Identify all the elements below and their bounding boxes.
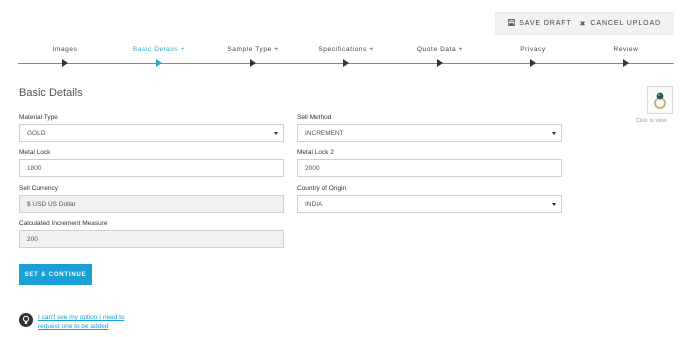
calculated-increment-measure-field: 200 (19, 230, 284, 248)
sell-currency-value: $ USD US Dollar (27, 200, 76, 208)
step-label: Sample Type + (227, 46, 279, 53)
step-progress: Images Basic Details + Sample Type + Spe… (18, 46, 674, 70)
save-draft-label: SAVE DRAFT (519, 20, 572, 27)
country-of-origin-select[interactable]: INDIA (297, 195, 562, 213)
cancel-upload-label: CANCEL UPLOAD (590, 20, 661, 27)
sell-method-value: INCREMENT (305, 129, 344, 137)
step-label: Privacy (520, 46, 546, 53)
image-thumbnail[interactable] (647, 86, 673, 114)
step-arrow-icon (437, 59, 443, 67)
step-arrow-icon (343, 59, 349, 67)
sell-method-label: Sell Method (297, 114, 332, 121)
material-type-value: GOLD (27, 129, 46, 137)
metal-lock-2-label: Metal Lock 2 (297, 149, 334, 156)
step-arrow-icon (623, 59, 629, 67)
page-title: Basic Details (19, 87, 83, 99)
step-arrow-icon (62, 59, 68, 67)
step-quote-data[interactable]: Quote Data + (400, 46, 480, 67)
close-icon: ✖ (579, 20, 587, 28)
thumbnail-caption: Click to view (636, 118, 667, 124)
set-and-continue-button[interactable]: SET & CONTINUE (19, 264, 92, 285)
metal-lock-input[interactable]: 1800 (19, 159, 284, 177)
step-images[interactable]: Images (25, 46, 105, 67)
step-label: Specifications + (318, 46, 374, 53)
step-sample-type[interactable]: Sample Type + (213, 46, 293, 67)
step-privacy[interactable]: Privacy (493, 46, 573, 67)
floppy-disk-icon (508, 19, 516, 28)
sell-currency-field: $ USD US Dollar (19, 195, 284, 213)
step-arrow-icon (250, 59, 256, 67)
step-label: Review (613, 46, 639, 53)
sell-currency-label: Sell Currency (19, 185, 59, 192)
metal-lock-2-value: 2000 (305, 164, 320, 172)
material-type-label: Material Type (19, 114, 58, 121)
sell-method-select[interactable]: INCREMENT (297, 124, 562, 142)
step-arrow-icon (530, 59, 536, 67)
metal-lock-value: 1800 (27, 164, 42, 172)
country-of-origin-label: Country of Origin (297, 185, 347, 192)
calculated-increment-measure-value: 200 (27, 235, 38, 243)
step-basic-details[interactable]: Basic Details + (119, 46, 199, 67)
chevron-down-icon (552, 132, 556, 135)
country-of-origin-value: INDIA (305, 200, 323, 208)
chevron-down-icon (552, 203, 556, 206)
metal-lock-2-input[interactable]: 2000 (297, 159, 562, 177)
material-type-select[interactable]: GOLD (19, 124, 284, 142)
cancel-upload-button[interactable]: ✖ CANCEL UPLOAD (580, 20, 661, 28)
step-review[interactable]: Review (586, 46, 666, 67)
chevron-down-icon (274, 132, 278, 135)
lightbulb-icon[interactable] (19, 313, 33, 327)
step-label: Basic Details + (132, 46, 186, 53)
request-option-link[interactable]: I can't see my option I need to request … (38, 313, 138, 331)
step-label: Quote Data + (416, 46, 464, 53)
step-label: Images (52, 46, 78, 53)
top-toolbar: SAVE DRAFT ✖ CANCEL UPLOAD (495, 12, 674, 35)
save-draft-button[interactable]: SAVE DRAFT (508, 19, 571, 28)
step-arrow-icon (156, 59, 162, 67)
ring-thumbnail-icon (654, 92, 666, 109)
step-specifications[interactable]: Specifications + (306, 46, 386, 67)
calculated-increment-measure-label: Calculated Increment Measure (19, 220, 108, 227)
metal-lock-label: Metal Lock (19, 149, 51, 156)
